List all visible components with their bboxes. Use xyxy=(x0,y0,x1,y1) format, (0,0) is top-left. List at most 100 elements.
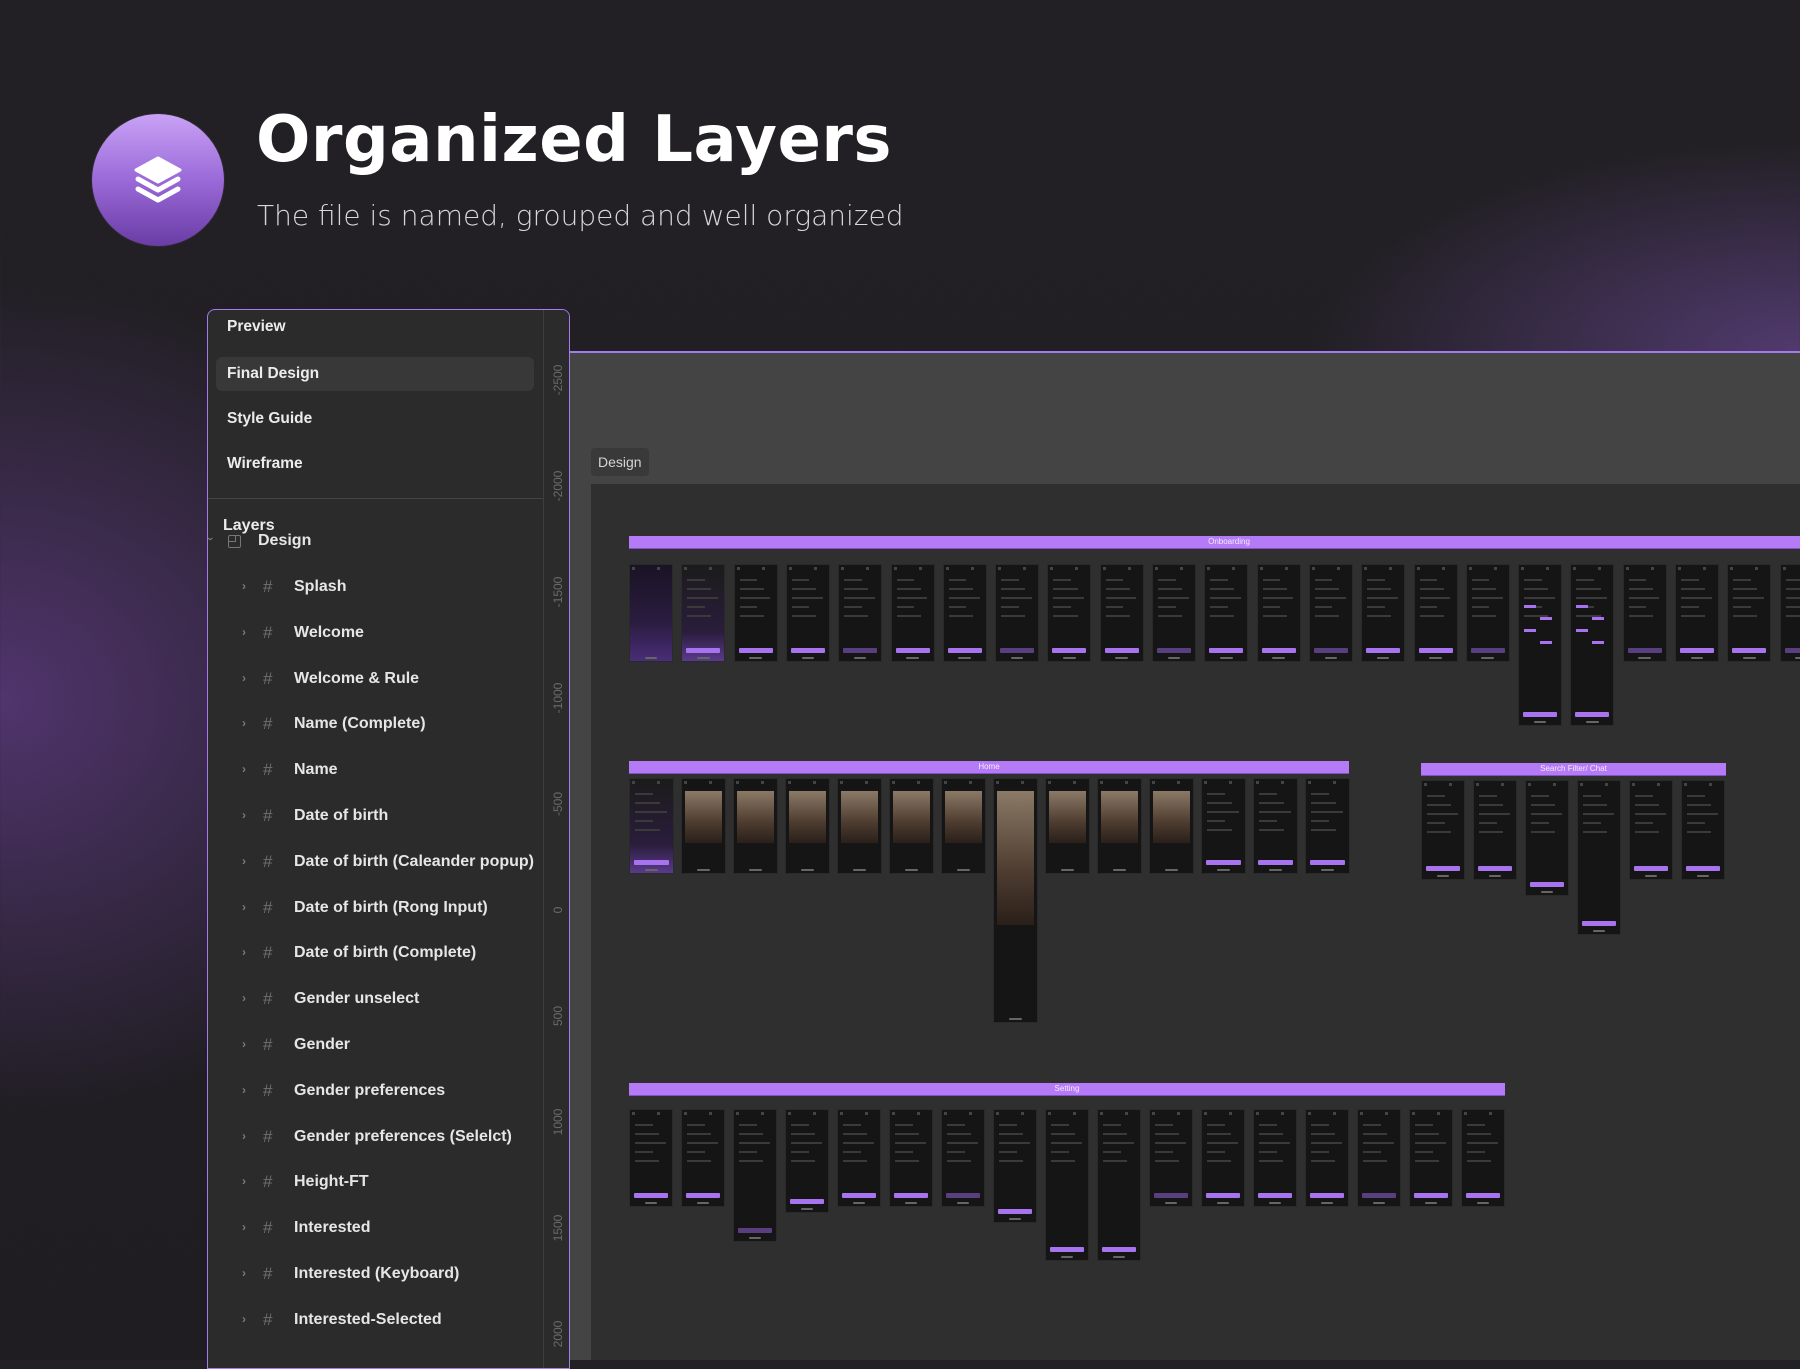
screen-frame[interactable] xyxy=(1681,780,1725,880)
layer-item[interactable]: › # Gender preferences xyxy=(208,1078,543,1108)
screen-frame[interactable] xyxy=(1675,564,1719,662)
page-item-preview[interactable]: Preview xyxy=(216,310,534,344)
layer-item[interactable]: › # Name (Complete) xyxy=(208,711,543,741)
layer-item[interactable]: › # Interested xyxy=(208,1215,543,1245)
layer-item[interactable]: › # Gender xyxy=(208,1032,543,1062)
screen-frame[interactable] xyxy=(1413,564,1458,662)
screen-frame[interactable] xyxy=(1461,1109,1505,1207)
layer-item[interactable]: › # Interested (Keyboard) xyxy=(208,1261,543,1291)
layer-item[interactable]: › # Interested-Selected xyxy=(208,1307,543,1337)
chevron-right-icon[interactable]: › xyxy=(242,900,246,914)
screen-frame[interactable] xyxy=(1465,564,1510,662)
section-label-design[interactable]: Design xyxy=(591,448,649,476)
chevron-right-icon[interactable]: › xyxy=(242,1312,246,1326)
page-item-final-design[interactable]: Final Design xyxy=(216,357,534,391)
screen-frame[interactable] xyxy=(681,1109,725,1207)
section-header-home[interactable]: Home xyxy=(629,761,1349,774)
screen-frame[interactable] xyxy=(889,778,934,874)
screen-frame[interactable] xyxy=(941,1109,985,1207)
screen-frame[interactable] xyxy=(1570,564,1615,726)
screen-frame[interactable] xyxy=(837,778,882,874)
screen-frame[interactable] xyxy=(733,564,778,662)
layer-item[interactable]: › # Welcome xyxy=(208,620,543,650)
screen-frame[interactable] xyxy=(1357,1109,1401,1207)
screen-frame[interactable] xyxy=(1305,1109,1349,1207)
screen-frame[interactable] xyxy=(1779,564,1800,662)
screen-frame[interactable] xyxy=(995,564,1040,662)
layer-item[interactable]: › # Splash xyxy=(208,574,543,604)
screen-frame[interactable] xyxy=(1253,1109,1297,1207)
chevron-right-icon[interactable]: › xyxy=(242,808,246,822)
chevron-right-icon[interactable]: › xyxy=(242,625,246,639)
screen-frame[interactable] xyxy=(681,564,726,662)
layer-item[interactable]: › # Name xyxy=(208,757,543,787)
chevron-right-icon[interactable]: › xyxy=(242,1037,246,1051)
screen-frame[interactable] xyxy=(837,1109,881,1207)
screen-frame[interactable] xyxy=(1629,780,1673,880)
screen-frame[interactable] xyxy=(629,778,674,874)
screen-frame[interactable] xyxy=(1518,564,1563,726)
layer-design-group[interactable]: › Design xyxy=(208,528,543,558)
layer-item[interactable]: › # Date of birth (Caleander popup) xyxy=(208,849,543,879)
screen-frame[interactable] xyxy=(890,564,935,662)
chevron-right-icon[interactable]: › xyxy=(242,1220,246,1234)
screen-frame[interactable] xyxy=(785,564,830,662)
chevron-right-icon[interactable]: › xyxy=(242,1083,246,1097)
design-section-board[interactable]: Onboarding Home Search Filter/ Chat Setting xyxy=(591,484,1800,1360)
screen-frame[interactable] xyxy=(629,1109,673,1207)
screen-frame[interactable] xyxy=(1361,564,1406,662)
chevron-right-icon[interactable]: › xyxy=(242,991,246,1005)
screen-frame[interactable] xyxy=(942,564,987,662)
chevron-right-icon[interactable]: › xyxy=(242,854,246,868)
layer-item[interactable]: › # Gender preferences (Selelct) xyxy=(208,1124,543,1154)
screen-frame[interactable] xyxy=(733,1109,777,1242)
screen-frame[interactable] xyxy=(1201,778,1246,874)
chevron-right-icon[interactable]: › xyxy=(242,945,246,959)
screen-frame[interactable] xyxy=(1045,1109,1089,1261)
screen-frame[interactable] xyxy=(1097,1109,1141,1261)
section-header-onboarding[interactable]: Onboarding xyxy=(629,536,1800,549)
chevron-right-icon[interactable]: › xyxy=(242,671,246,685)
screen-frame[interactable] xyxy=(1577,780,1621,935)
screen-frame[interactable] xyxy=(1256,564,1301,662)
screen-frame[interactable] xyxy=(1045,778,1090,874)
layer-item[interactable]: › # Gender unselect xyxy=(208,986,543,1016)
screen-frame[interactable] xyxy=(1204,564,1249,662)
screen-frame[interactable] xyxy=(629,564,673,662)
page-item-wireframe[interactable]: Wireframe xyxy=(216,447,534,481)
screen-frame[interactable] xyxy=(1149,778,1194,874)
screen-frame[interactable] xyxy=(993,778,1038,1023)
screen-frame[interactable] xyxy=(1152,564,1196,662)
layer-item[interactable]: › # Date of birth xyxy=(208,803,543,833)
page-item-style-guide[interactable]: Style Guide xyxy=(216,402,534,436)
screen-frame[interactable] xyxy=(1473,780,1517,880)
screen-frame[interactable] xyxy=(1097,778,1142,874)
screen-frame[interactable] xyxy=(1099,564,1144,662)
screen-frame[interactable] xyxy=(1409,1109,1453,1207)
chevron-right-icon[interactable]: › xyxy=(242,1129,246,1143)
screen-frame[interactable] xyxy=(1149,1109,1193,1207)
section-header-setting[interactable]: Setting xyxy=(629,1083,1505,1096)
screen-frame[interactable] xyxy=(1421,780,1465,880)
screen-frame[interactable] xyxy=(785,778,830,874)
chevron-right-icon[interactable]: › xyxy=(242,1174,246,1188)
layer-item[interactable]: › # Date of birth (Rong Input) xyxy=(208,895,543,925)
screen-frame[interactable] xyxy=(1308,564,1353,662)
chevron-down-icon[interactable]: › xyxy=(208,537,216,541)
chevron-right-icon[interactable]: › xyxy=(242,1266,246,1280)
screen-frame[interactable] xyxy=(1727,564,1772,662)
screen-frame[interactable] xyxy=(993,1109,1037,1223)
screen-frame[interactable] xyxy=(1201,1109,1245,1207)
layer-item[interactable]: › # Height-FT xyxy=(208,1169,543,1199)
chevron-right-icon[interactable]: › xyxy=(242,762,246,776)
screen-frame[interactable] xyxy=(785,1109,829,1213)
screen-frame[interactable] xyxy=(1305,778,1350,874)
screen-frame[interactable] xyxy=(889,1109,933,1207)
design-canvas[interactable]: Design Onboarding Home Search Filter/ Chat… xyxy=(570,351,1800,1360)
screen-frame[interactable] xyxy=(1047,564,1092,662)
screen-frame[interactable] xyxy=(1525,780,1569,896)
screen-frame[interactable] xyxy=(681,778,726,874)
layer-item[interactable]: › # Date of birth (Complete) xyxy=(208,940,543,970)
screen-frame[interactable] xyxy=(733,778,778,874)
screen-frame[interactable] xyxy=(941,778,986,874)
